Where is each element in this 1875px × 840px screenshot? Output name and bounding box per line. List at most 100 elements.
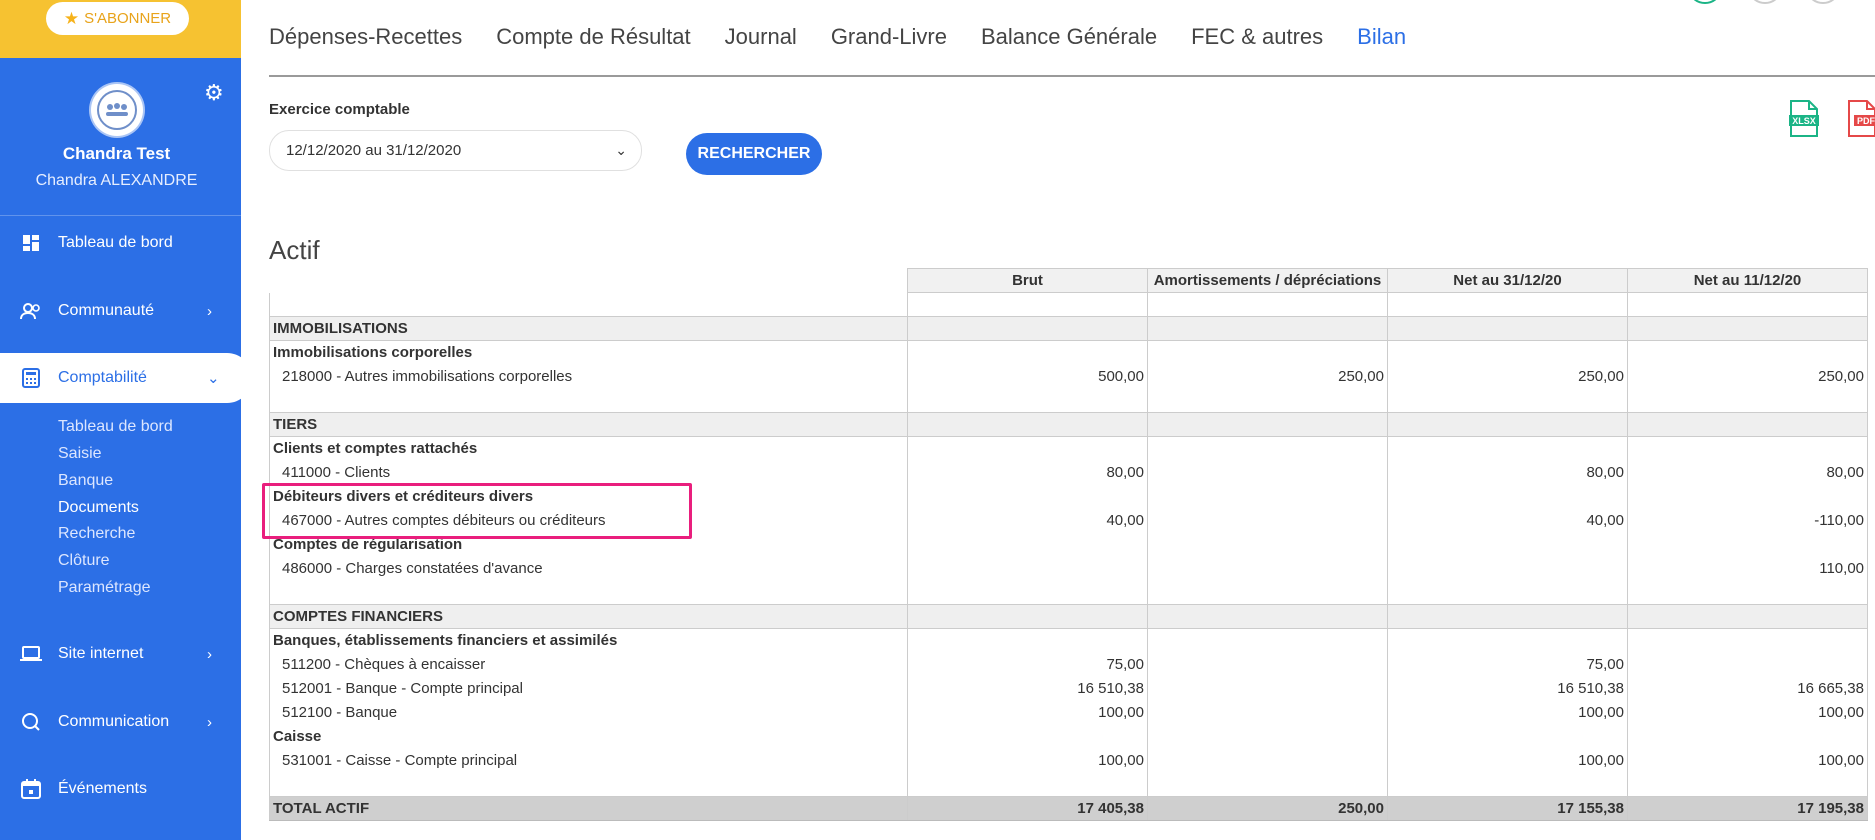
row-value <box>907 724 1148 749</box>
subnav-documents[interactable]: Documents <box>58 499 139 517</box>
calendar-icon <box>20 778 42 800</box>
subnav-tableau-de-bord[interactable]: Tableau de bord <box>58 418 173 436</box>
row-value: 16 510,38 <box>907 676 1148 701</box>
row-value <box>1387 556 1628 581</box>
nav-communication[interactable]: Communication › <box>0 697 241 747</box>
exercice-label: Exercice comptable <box>269 101 410 118</box>
tab-fec-autres[interactable]: FEC & autres <box>1191 24 1323 50</box>
row-value <box>1627 652 1868 677</box>
community-icon <box>20 300 42 322</box>
tab-depenses-recettes[interactable]: Dépenses-Recettes <box>269 24 462 50</box>
subnav-banque[interactable]: Banque <box>58 472 113 490</box>
row-value <box>1147 748 1388 773</box>
tab-compte-de-resultat[interactable]: Compte de Résultat <box>496 24 690 50</box>
row-value <box>1147 436 1388 461</box>
table-row-account: 486000 - Charges constatées d'avance 110,… <box>269 556 1868 581</box>
tab-grand-livre[interactable]: Grand-Livre <box>831 24 947 50</box>
row-value <box>1147 388 1388 413</box>
row-value <box>1147 604 1388 629</box>
nav-tableau-de-bord[interactable]: Tableau de bord <box>0 218 241 268</box>
row-value <box>1627 412 1868 437</box>
exercice-select[interactable]: 12/12/2020 au 31/12/2020 ⌄ <box>269 130 642 171</box>
row-value <box>1627 532 1868 557</box>
top-action-icon[interactable] <box>1690 0 1720 4</box>
row-value: 16 510,38 <box>1387 676 1628 701</box>
top-user-icon[interactable] <box>1808 0 1838 4</box>
row-label <box>269 580 908 605</box>
table-row-total: TOTAL ACTIF 17 405,38 250,00 17 155,38 17 19… <box>269 796 1868 821</box>
row-value <box>1147 628 1388 653</box>
subscribe-button[interactable]: ★ S'ABONNER <box>46 2 189 35</box>
tab-bilan[interactable]: Bilan <box>1357 24 1406 50</box>
table-row-spacer <box>269 388 1868 413</box>
row-value: 40,00 <box>907 508 1148 533</box>
sidebar: ★ S'ABONNER ⚙ Chandra Test Chandra ALEXA… <box>0 0 241 840</box>
row-value: 500,00 <box>907 364 1148 389</box>
star-icon: ★ <box>63 8 80 28</box>
nav-label: Événements <box>58 780 147 797</box>
tab-journal[interactable]: Journal <box>725 24 797 50</box>
nav-comptabilite[interactable]: Comptabilité ⌄ <box>0 353 241 403</box>
row-value <box>1147 532 1388 557</box>
chevron-right-icon: › <box>207 713 212 731</box>
table-row-account: 411000 - Clients 80,00 80,00 80,00 <box>269 460 1868 485</box>
row-label: COMPTES FINANCIERS <box>269 604 908 629</box>
subscribe-strip: ★ S'ABONNER <box>0 0 241 58</box>
row-label: Caisse <box>269 724 908 749</box>
row-value: 80,00 <box>1627 460 1868 485</box>
user-fullname: Chandra ALEXANDRE <box>35 172 198 189</box>
table-row-account: 512100 - Banque 100,00 100,00 100,00 <box>269 700 1868 725</box>
row-value: 17 195,38 <box>1627 796 1868 821</box>
table-row-subhead: Banques, établissements financiers et as… <box>269 628 1868 653</box>
subnav-cloture[interactable]: Clôture <box>58 552 110 570</box>
nav-label: Communauté <box>58 302 155 319</box>
avatar[interactable] <box>91 84 143 136</box>
row-value <box>1627 292 1868 317</box>
table-row-account: 511200 - Chèques à encaisser 75,00 75,00 <box>269 652 1868 677</box>
row-value <box>1147 340 1388 365</box>
search-button[interactable]: RECHERCHER <box>686 133 822 175</box>
tab-balance-generale[interactable]: Balance Générale <box>981 24 1157 50</box>
divider <box>0 215 241 216</box>
row-value <box>1387 388 1628 413</box>
row-value <box>1387 436 1628 461</box>
top-help-icon[interactable] <box>1750 0 1780 4</box>
nav-site-internet[interactable]: Site internet › <box>0 629 241 679</box>
row-label <box>269 292 908 317</box>
xlsx-export-icon[interactable]: XLSX <box>1788 100 1820 138</box>
subscribe-label: S'ABONNER <box>84 10 172 27</box>
row-label: 467000 - Autres comptes débiteurs ou cré… <box>269 508 908 533</box>
pdf-export-icon[interactable]: PDF <box>1846 100 1875 138</box>
row-value: 75,00 <box>1387 652 1628 677</box>
row-value <box>1147 700 1388 725</box>
nav-communaute[interactable]: Communauté › <box>0 286 241 336</box>
row-value <box>1147 580 1388 605</box>
header-net-current: Net au 31/12/20 <box>1387 268 1628 293</box>
subnav-recherche[interactable]: Recherche <box>58 525 135 543</box>
table-row-blank <box>269 292 1868 317</box>
row-value <box>1387 580 1628 605</box>
chevron-right-icon: › <box>207 645 212 663</box>
table-row-account: 531001 - Caisse - Compte principal 100,00… <box>269 748 1868 773</box>
subnav-saisie[interactable]: Saisie <box>58 445 102 463</box>
row-value <box>1627 628 1868 653</box>
laptop-icon <box>20 643 42 665</box>
row-value <box>1147 292 1388 317</box>
row-value <box>907 772 1148 797</box>
row-label: TIERS <box>269 412 908 437</box>
row-value: 250,00 <box>1387 364 1628 389</box>
row-value <box>1147 556 1388 581</box>
table-row-subhead: Immobilisations corporelles <box>269 340 1868 365</box>
user-name: Chandra Test <box>62 144 171 163</box>
subnav-parametrage[interactable]: Paramétrage <box>58 579 151 597</box>
nav-evenements[interactable]: Événements <box>0 764 241 814</box>
table-row-spacer <box>269 580 1868 605</box>
exercice-selected: 12/12/2020 au 31/12/2020 <box>286 142 462 159</box>
row-value <box>1387 724 1628 749</box>
gear-icon[interactable]: ⚙ <box>204 80 224 106</box>
row-value <box>1147 484 1388 509</box>
community-logo-icon <box>97 90 137 130</box>
row-value: 75,00 <box>907 652 1148 677</box>
header-net-previous: Net au 11/12/20 <box>1627 268 1868 293</box>
row-label: 511200 - Chèques à encaisser <box>269 652 908 677</box>
